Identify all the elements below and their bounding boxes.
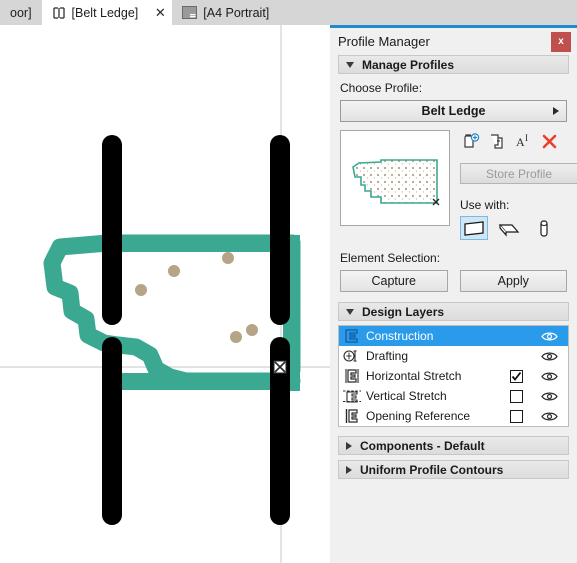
drafting-layer-icon — [343, 348, 361, 364]
page-title: Profile Manager — [338, 34, 430, 49]
store-profile-button[interactable]: Store Profile — [460, 163, 577, 184]
section-label: Manage Profiles — [362, 57, 455, 72]
tab-bar-filler — [279, 0, 577, 25]
eye-icon[interactable] — [539, 411, 559, 422]
choose-profile-label: Choose Profile: — [340, 81, 423, 95]
document-tab-bar: oor] [Belt Ledge] ✕ [A4 Portrait] — [0, 0, 577, 25]
layer-label: Opening Reference — [366, 409, 471, 423]
tab-label: [A4 Portrait] — [203, 5, 270, 20]
new-profile-icon[interactable] — [460, 130, 482, 152]
beam-icon[interactable] — [495, 216, 523, 240]
tab-a4-portrait[interactable]: [A4 Portrait] — [172, 0, 280, 25]
selection-handle — [273, 360, 287, 374]
vertical-stretch-layer-icon — [343, 388, 361, 404]
layer-checkbox[interactable] — [510, 409, 523, 423]
eye-icon[interactable] — [539, 351, 559, 362]
chevron-down-icon — [346, 308, 354, 315]
use-with-label: Use with: — [460, 198, 510, 212]
profile-node — [168, 265, 180, 277]
profile-drawing-canvas[interactable] — [0, 25, 330, 563]
profile-select-value: Belt Ledge — [421, 104, 486, 118]
chevron-down-icon — [346, 61, 354, 68]
layer-checkbox-placeholder — [510, 350, 523, 363]
tab-label: oor] — [10, 5, 32, 20]
profile-node — [230, 331, 242, 343]
section-label: Components - Default — [360, 438, 485, 453]
rename-profile-icon[interactable]: A I — [512, 130, 534, 152]
delete-profile-icon[interactable] — [538, 130, 560, 152]
design-layers-list: Construction Drafting Horizontal Stretch… — [338, 325, 569, 427]
eye-icon[interactable] — [539, 391, 559, 402]
layer-row-drafting[interactable]: Drafting — [339, 346, 568, 366]
section-header-design-layers[interactable]: Design Layers — [338, 302, 569, 321]
layer-row-vertical-stretch[interactable]: Vertical Stretch — [339, 386, 568, 406]
opening-reference-layer-icon — [343, 408, 361, 424]
section-header-components-default[interactable]: Components - Default — [338, 436, 569, 455]
panel-title-bar: Profile Manager x — [330, 28, 577, 55]
profile-node — [135, 284, 147, 296]
layer-row-construction[interactable]: Construction — [339, 326, 568, 346]
section-label: Uniform Profile Contours — [360, 462, 504, 477]
tab-floor[interactable]: oor] — [0, 0, 42, 25]
horizontal-stretch-layer-icon — [343, 368, 361, 384]
section-header-manage-profiles[interactable]: Manage Profiles — [338, 55, 569, 74]
capture-button[interactable]: Capture — [340, 270, 448, 292]
profile-select[interactable]: Belt Ledge — [340, 100, 567, 122]
layer-row-horizontal-stretch[interactable]: Horizontal Stretch — [339, 366, 568, 386]
construction-layer-icon — [343, 328, 361, 344]
eye-icon[interactable] — [539, 331, 559, 342]
layer-label: Vertical Stretch — [366, 389, 447, 403]
column-icon[interactable] — [530, 216, 558, 240]
profile-preview — [340, 130, 450, 226]
profile-bottom-bar — [120, 373, 292, 390]
ibeam-profile-icon — [52, 6, 66, 20]
preview-profile-shape — [352, 159, 438, 204]
chevron-right-icon — [553, 107, 559, 115]
section-header-uniform-profile-contours[interactable]: Uniform Profile Contours — [338, 460, 569, 479]
apply-button[interactable]: Apply — [459, 270, 567, 292]
svg-text:A: A — [516, 135, 525, 149]
element-selection-label: Element Selection: — [340, 251, 441, 265]
profile-top-bar — [120, 235, 292, 252]
chevron-right-icon — [346, 441, 352, 450]
layer-checkbox-placeholder — [510, 330, 523, 343]
tab-belt-ledge[interactable]: [Belt Ledge] — [41, 0, 149, 25]
profile-node — [222, 252, 234, 264]
tab-close-button[interactable]: ✕ — [148, 0, 173, 25]
tab-label: [Belt Ledge] — [71, 5, 139, 20]
layer-row-opening-reference[interactable]: Opening Reference — [339, 406, 568, 426]
layer-label: Construction — [366, 329, 434, 343]
profile-outline — [43, 234, 301, 390]
profile-manager-window: oor] [Belt Ledge] ✕ [A4 Portrait] Profil… — [0, 0, 577, 563]
sheet-layout-icon — [182, 6, 198, 19]
wall-icon[interactable] — [460, 216, 488, 240]
layer-label: Drafting — [366, 349, 409, 363]
section-label: Design Layers — [362, 304, 445, 319]
layer-checkbox[interactable] — [510, 389, 523, 403]
chevron-right-icon — [346, 465, 352, 474]
profile-node — [246, 324, 258, 336]
profile-manager-panel: Profile Manager x Manage Profiles Choose… — [330, 25, 577, 563]
profile-nodes — [135, 252, 258, 343]
layer-label: Horizontal Stretch — [366, 369, 462, 383]
svg-text:I: I — [525, 133, 528, 143]
layer-checkbox[interactable] — [510, 369, 523, 383]
duplicate-profile-icon[interactable] — [486, 130, 508, 152]
close-icon[interactable]: x — [551, 31, 571, 52]
eye-icon[interactable] — [539, 371, 559, 382]
